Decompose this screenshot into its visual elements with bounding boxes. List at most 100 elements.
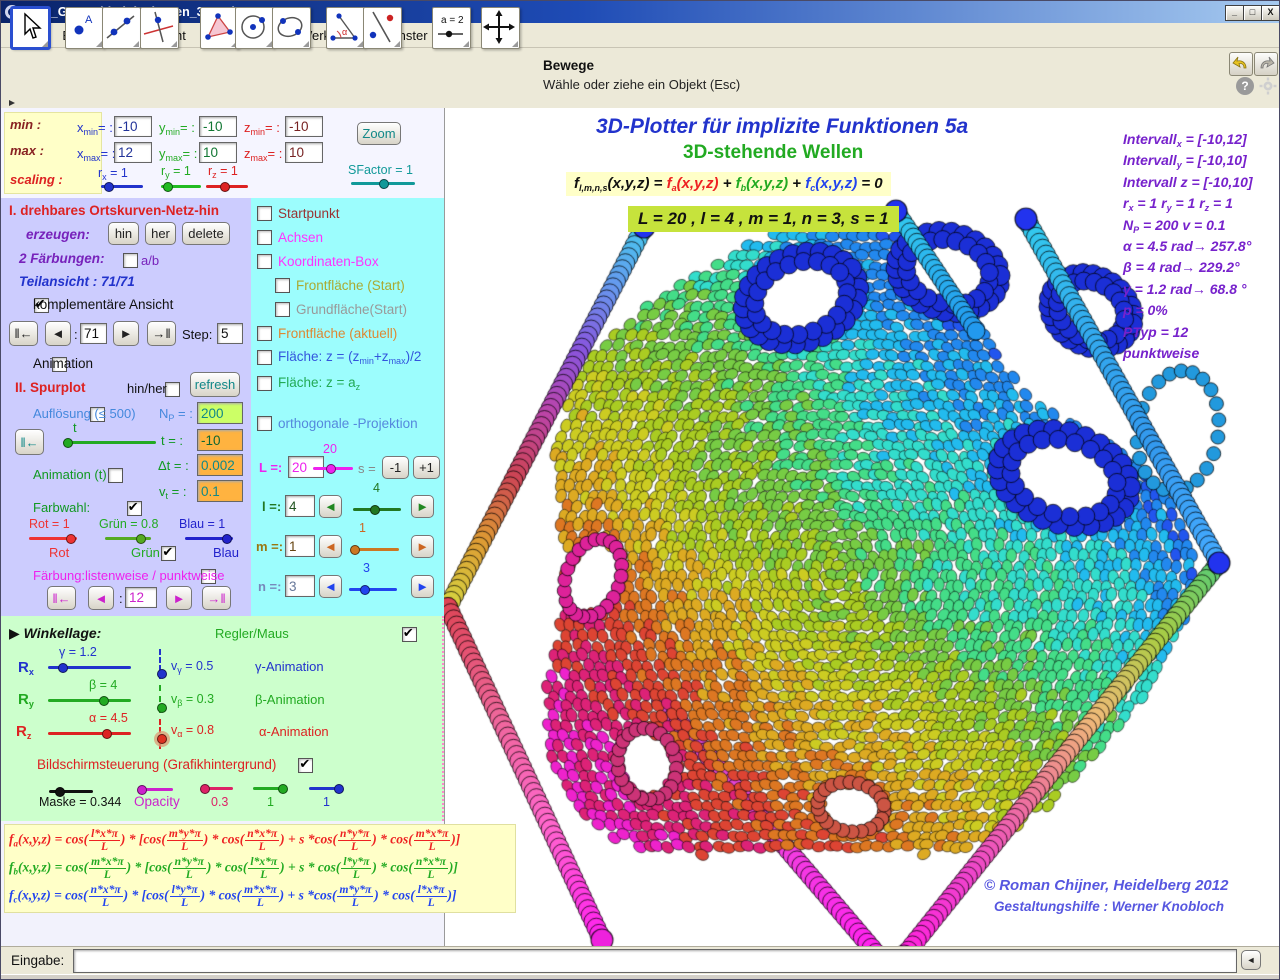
circle-tool[interactable] bbox=[235, 7, 274, 49]
option-checkbox[interactable] bbox=[257, 350, 272, 365]
maximize-button[interactable]: □ bbox=[1243, 5, 1262, 21]
option-checkbox[interactable] bbox=[275, 302, 290, 317]
angle-tool[interactable]: α bbox=[326, 7, 365, 49]
regler-checkbox[interactable] bbox=[402, 627, 417, 642]
l-field[interactable]: 4 bbox=[285, 495, 315, 517]
t-field[interactable]: -10 bbox=[197, 429, 243, 451]
view-next-button[interactable]: ► bbox=[113, 321, 139, 346]
view-first-button[interactable]: ‖← bbox=[9, 321, 38, 346]
sfactor-slider[interactable] bbox=[351, 182, 415, 185]
option-checkbox[interactable] bbox=[275, 278, 290, 293]
gamma-slider[interactable] bbox=[48, 666, 131, 669]
option-checkbox[interactable] bbox=[257, 230, 272, 245]
view-index-field[interactable]: 71 bbox=[80, 323, 107, 344]
view-prev-button[interactable]: ◄ bbox=[45, 321, 71, 346]
move-view-tool[interactable] bbox=[481, 7, 520, 49]
n-field[interactable]: 3 bbox=[285, 575, 315, 597]
ry-slider[interactable] bbox=[161, 185, 201, 188]
t-slider[interactable] bbox=[63, 441, 156, 444]
step-field[interactable]: 5 bbox=[217, 323, 243, 344]
close-button[interactable]: X bbox=[1261, 5, 1280, 21]
reflection-tool[interactable] bbox=[363, 7, 402, 49]
n-prev-button[interactable]: ◄ bbox=[319, 575, 342, 598]
maske-slider[interactable] bbox=[49, 790, 93, 793]
rot-slider[interactable] bbox=[29, 537, 77, 540]
panel-collapse-icon[interactable] bbox=[9, 100, 15, 106]
help-icon[interactable]: ? bbox=[1236, 77, 1254, 95]
farbwahl-checkbox[interactable] bbox=[127, 501, 142, 516]
undo-button[interactable] bbox=[1229, 52, 1253, 76]
ymin-field[interactable]: -10 bbox=[199, 116, 237, 137]
bildschirm-checkbox[interactable] bbox=[298, 758, 313, 773]
m-prev-button[interactable]: ◄ bbox=[319, 535, 342, 558]
vbeta-slider[interactable] bbox=[159, 685, 161, 713]
dt-field[interactable]: 0.002 bbox=[197, 454, 243, 476]
m-next-button[interactable]: ► bbox=[411, 535, 434, 558]
zoom-button[interactable]: Zoom bbox=[357, 122, 401, 145]
np-field[interactable]: 200 bbox=[197, 402, 243, 424]
opacity-slider[interactable] bbox=[139, 788, 173, 791]
rz-slider[interactable] bbox=[206, 185, 248, 188]
rx-slider[interactable] bbox=[101, 185, 143, 188]
slider-tool[interactable]: a = 2 bbox=[432, 7, 471, 49]
special-line-tool[interactable] bbox=[140, 7, 179, 49]
her-button[interactable]: her bbox=[145, 222, 176, 245]
vgamma-slider[interactable] bbox=[159, 649, 161, 679]
l-slider[interactable] bbox=[353, 508, 401, 511]
m-slider[interactable] bbox=[351, 548, 399, 551]
point-tool[interactable]: A bbox=[65, 7, 104, 49]
hin-button[interactable]: hin bbox=[108, 222, 139, 245]
refresh-button[interactable]: refresh bbox=[190, 372, 240, 397]
eingabe-input[interactable] bbox=[73, 949, 1237, 973]
minimize-button[interactable]: _ bbox=[1225, 5, 1244, 21]
list-index-field[interactable]: 12 bbox=[125, 587, 157, 608]
ellipse-tool[interactable] bbox=[272, 7, 311, 49]
redo-button[interactable] bbox=[1254, 52, 1278, 76]
gruen-slider[interactable] bbox=[105, 537, 151, 540]
l-next-button[interactable]: ► bbox=[411, 495, 434, 518]
zmin-field[interactable]: -10 bbox=[285, 116, 323, 137]
t-reset-button[interactable]: ‖← bbox=[15, 429, 44, 455]
option-checkbox[interactable] bbox=[257, 206, 272, 221]
option-checkbox[interactable] bbox=[257, 376, 272, 391]
option-checkbox[interactable] bbox=[257, 326, 272, 341]
xmin-field[interactable]: -10 bbox=[114, 116, 152, 137]
n-slider[interactable] bbox=[349, 588, 397, 591]
list-next-button[interactable]: ► bbox=[166, 586, 192, 610]
blau-slider[interactable] bbox=[185, 537, 233, 540]
hinher-checkbox[interactable] bbox=[165, 382, 180, 397]
list-last-button[interactable]: →‖ bbox=[202, 586, 231, 610]
alpha-slider[interactable] bbox=[48, 732, 131, 735]
list-prev-button[interactable]: ◄ bbox=[88, 586, 114, 610]
view-last-button[interactable]: →‖ bbox=[147, 321, 176, 346]
move-select-tool[interactable] bbox=[11, 7, 50, 49]
animation-t-checkbox[interactable] bbox=[108, 468, 123, 483]
polygon-tool[interactable] bbox=[200, 7, 239, 49]
s-plus-button[interactable]: +1 bbox=[413, 456, 440, 479]
ab-checkbox[interactable] bbox=[123, 253, 138, 268]
xmax-field[interactable]: 12 bbox=[114, 142, 152, 163]
opacity1-slider[interactable] bbox=[201, 787, 233, 790]
delete-button[interactable]: delete bbox=[182, 222, 230, 245]
L-slider[interactable] bbox=[313, 467, 353, 470]
input-help-toggle-button[interactable]: ◄ bbox=[1241, 950, 1261, 970]
opacity3-slider[interactable] bbox=[309, 787, 343, 790]
s-minus-button[interactable]: -1 bbox=[382, 456, 409, 479]
list-first-button[interactable]: ‖← bbox=[47, 586, 76, 610]
rot-checkbox[interactable] bbox=[161, 546, 176, 561]
vt-field[interactable]: 0.1 bbox=[197, 480, 243, 502]
zmax-field[interactable]: 10 bbox=[285, 142, 323, 163]
titlebar[interactable]: 02_3_GG4_Chladni_Figuren_3D.ggb bbox=[1, 1, 1280, 23]
opacity2-slider[interactable] bbox=[253, 787, 287, 790]
l-prev-button[interactable]: ◄ bbox=[319, 495, 342, 518]
settings-gear-icon[interactable] bbox=[1259, 77, 1277, 98]
option-checkbox[interactable] bbox=[257, 254, 272, 269]
checkbox-row: Fläche: z = (zmin+zmax)/2 bbox=[257, 345, 442, 369]
m-field[interactable]: 1 bbox=[285, 535, 315, 557]
n-next-button[interactable]: ► bbox=[411, 575, 434, 598]
option-checkbox[interactable] bbox=[257, 416, 272, 431]
line-tool[interactable] bbox=[102, 7, 141, 49]
ymax-field[interactable]: 10 bbox=[199, 142, 237, 163]
valpha-slider[interactable] bbox=[159, 719, 161, 749]
beta-slider[interactable] bbox=[48, 699, 131, 702]
